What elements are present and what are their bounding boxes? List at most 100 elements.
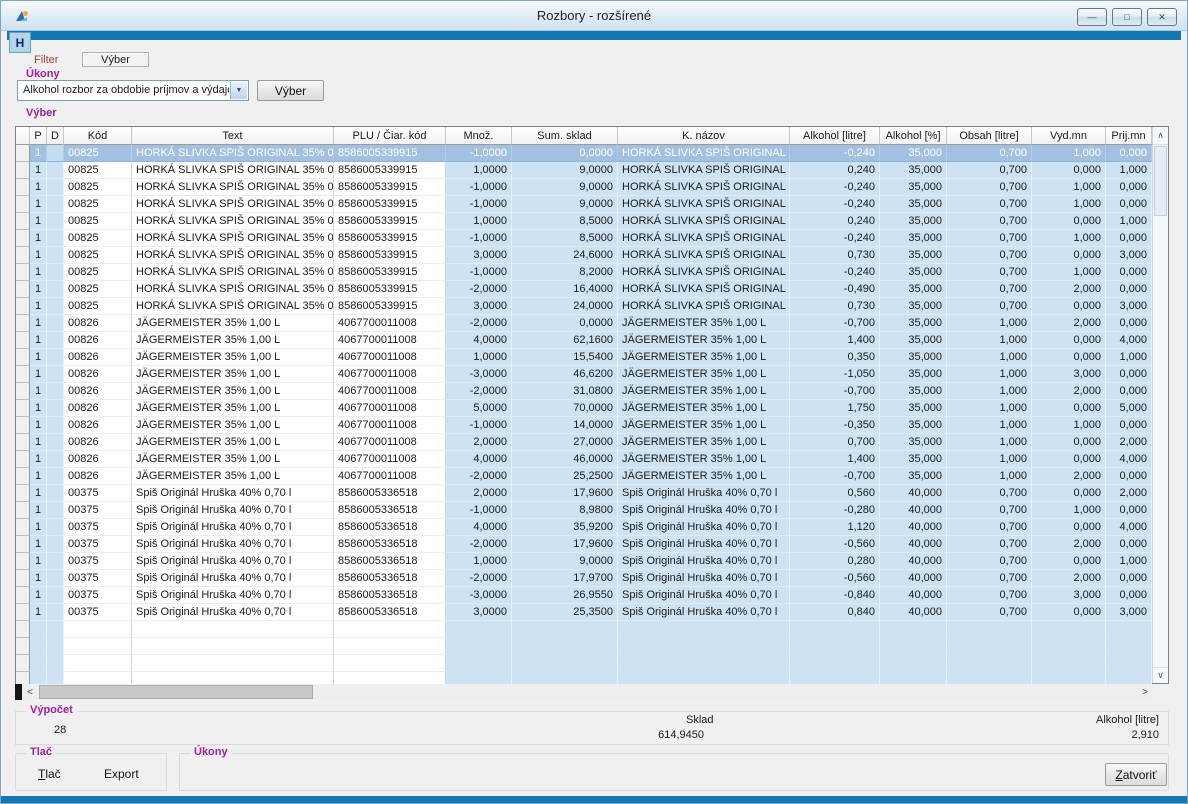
grid-cell[interactable]: 1 [30, 366, 47, 383]
analysis-select[interactable]: Alkohol rozbor za obdobie príjmov a výda… [17, 80, 249, 101]
grid-cell[interactable]: 4067700011008 [334, 383, 446, 400]
grid-cell[interactable] [47, 366, 64, 383]
grid-cell[interactable]: Spiš Originál Hruška 40% 0,70 l [132, 587, 334, 604]
grid-cell[interactable]: HORKÁ SLIVKA SPIŠ ORIGINAL 35% 0,70 [132, 213, 334, 230]
grid-cell[interactable]: JÄGERMEISTER 35% 1,00 L [132, 366, 334, 383]
grid-cell[interactable]: 0,700 [947, 145, 1032, 162]
grid-cell[interactable]: 1 [30, 519, 47, 536]
grid-cell[interactable]: 1,000 [947, 468, 1032, 485]
grid-cell[interactable]: -0,560 [790, 570, 880, 587]
grid-cell[interactable]: 46,0000 [512, 451, 618, 468]
grid-cell[interactable]: -0,700 [790, 468, 880, 485]
grid-cell[interactable]: JÄGERMEISTER 35% 1,00 L [618, 400, 790, 417]
grid-cell[interactable]: 0,280 [790, 553, 880, 570]
grid-cell[interactable] [47, 162, 64, 179]
grid-cell[interactable]: 0,350 [790, 349, 880, 366]
horizontal-scroll-thumb[interactable] [39, 685, 313, 699]
grid-cell[interactable]: 0,000 [1032, 451, 1106, 468]
grid-cell[interactable] [47, 417, 64, 434]
grid-cell[interactable]: -0,240 [790, 264, 880, 281]
grid-cell[interactable]: 0,000 [1106, 536, 1152, 553]
export-button[interactable]: Export [104, 767, 139, 781]
grid-cell[interactable]: 0,000 [1032, 298, 1106, 315]
grid-cell[interactable]: 00826 [64, 315, 132, 332]
grid-cell[interactable]: 0,700 [947, 264, 1032, 281]
grid-cell[interactable]: 40,000 [880, 519, 947, 536]
column-header[interactable]: Sum. sklad [512, 127, 618, 145]
grid-cell[interactable]: 40,000 [880, 485, 947, 502]
grid-cell[interactable]: 1 [30, 264, 47, 281]
grid-cell[interactable]: 0,700 [947, 281, 1032, 298]
grid-cell[interactable]: 00825 [64, 196, 132, 213]
grid-cell[interactable]: 1,000 [1106, 162, 1152, 179]
grid-cell[interactable]: 0,000 [1032, 247, 1106, 264]
grid-cell[interactable]: JÄGERMEISTER 35% 1,00 L [132, 434, 334, 451]
grid-cell[interactable]: 0,700 [947, 485, 1032, 502]
grid-cell[interactable]: JÄGERMEISTER 35% 1,00 L [618, 366, 790, 383]
grid-cell[interactable]: 35,000 [880, 281, 947, 298]
grid-cell[interactable]: 0,700 [947, 196, 1032, 213]
grid-cell[interactable]: 8586005339915 [334, 264, 446, 281]
grid-cell[interactable]: 1 [30, 536, 47, 553]
grid-cell[interactable] [47, 468, 64, 485]
grid-cell[interactable]: 0,700 [947, 570, 1032, 587]
grid-cell[interactable]: 0,700 [947, 247, 1032, 264]
chevron-down-icon[interactable]: ▼ [230, 82, 247, 99]
grid-cell[interactable]: 2,000 [1106, 485, 1152, 502]
grid-cell[interactable]: Spiš Originál Hruška 40% 0,70 l [132, 553, 334, 570]
grid-cell[interactable]: HORKÁ SLIVKA SPIŠ ORIGINAL 35% 0,70 [132, 179, 334, 196]
grid-cell[interactable]: 4067700011008 [334, 451, 446, 468]
grid-cell[interactable]: 00375 [64, 485, 132, 502]
grid-cell[interactable]: 00825 [64, 298, 132, 315]
grid-cell[interactable]: Spiš Originál Hruška 40% 0,70 l [618, 553, 790, 570]
row-header-cell[interactable] [16, 162, 30, 179]
grid-cell[interactable]: 0,000 [1032, 213, 1106, 230]
vertical-scrollbar[interactable]: ∧ ∨ [1152, 127, 1168, 683]
grid-cell[interactable] [47, 553, 64, 570]
grid-cell[interactable]: 1 [30, 315, 47, 332]
scroll-down-icon[interactable]: ∨ [1153, 667, 1168, 683]
grid-cell[interactable]: HORKÁ SLIVKA SPIŠ ORIGINAL 35% 0,70 [132, 162, 334, 179]
grid-cell[interactable]: -1,0000 [446, 417, 512, 434]
grid-cell[interactable]: 0,700 [947, 230, 1032, 247]
grid-cell[interactable]: HORKÁ SLIVKA SPIŠ ORIGINAL 35% [618, 145, 790, 162]
grid-cell[interactable]: JÄGERMEISTER 35% 1,00 L [132, 332, 334, 349]
grid-cell[interactable]: -2,0000 [446, 468, 512, 485]
grid-cell[interactable]: 35,000 [880, 400, 947, 417]
grid-cell[interactable]: 8,5000 [512, 230, 618, 247]
column-header[interactable]: Alkohol [litre] [790, 127, 880, 145]
grid-cell[interactable] [47, 281, 64, 298]
grid-cell[interactable]: 25,2500 [512, 468, 618, 485]
grid-cell[interactable]: 1 [30, 502, 47, 519]
grid-cell[interactable]: 35,000 [880, 247, 947, 264]
grid-cell[interactable] [47, 298, 64, 315]
grid-cell[interactable]: 0,000 [1106, 587, 1152, 604]
grid-cell[interactable]: 40,000 [880, 553, 947, 570]
grid-cell[interactable]: Spiš Originál Hruška 40% 0,70 l [618, 536, 790, 553]
grid-cell[interactable]: 0,560 [790, 485, 880, 502]
zatvorit-button[interactable]: Zatvoriť [1105, 763, 1167, 786]
grid-cell[interactable]: 1,000 [947, 315, 1032, 332]
grid-cell[interactable]: JÄGERMEISTER 35% 1,00 L [618, 315, 790, 332]
grid-cell[interactable]: 0,0000 [512, 145, 618, 162]
grid-cell[interactable]: Spiš Originál Hruška 40% 0,70 l [132, 519, 334, 536]
grid-cell[interactable] [47, 179, 64, 196]
grid-cell[interactable]: 0,700 [947, 536, 1032, 553]
grid-cell[interactable]: JÄGERMEISTER 35% 1,00 L [618, 451, 790, 468]
grid-cell[interactable]: JÄGERMEISTER 35% 1,00 L [132, 417, 334, 434]
grid-cell[interactable]: -3,0000 [446, 366, 512, 383]
grid-cell[interactable]: 1 [30, 587, 47, 604]
column-header[interactable]: P [30, 127, 47, 145]
grid-cell[interactable]: 0,700 [947, 162, 1032, 179]
grid-cell[interactable]: Spiš Originál Hruška 40% 0,70 l [132, 570, 334, 587]
grid-cell[interactable]: 8586005336518 [334, 502, 446, 519]
vertical-scroll-thumb[interactable] [1154, 146, 1167, 216]
grid-cell[interactable]: 0,700 [947, 502, 1032, 519]
grid-cell[interactable]: 1,000 [947, 332, 1032, 349]
grid-cell[interactable]: 16,4000 [512, 281, 618, 298]
scroll-right-icon[interactable]: > [1137, 684, 1153, 700]
grid-cell[interactable]: -0,280 [790, 502, 880, 519]
grid-cell[interactable]: 00826 [64, 400, 132, 417]
grid-cell[interactable]: -1,0000 [446, 264, 512, 281]
vyber-button[interactable]: Výber [257, 80, 324, 101]
